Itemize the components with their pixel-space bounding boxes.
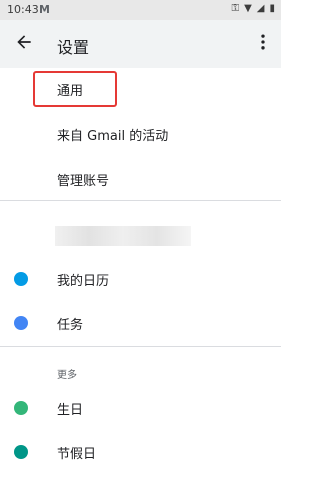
calendar-color-dot <box>14 401 28 415</box>
more-options-icon[interactable] <box>251 32 275 56</box>
section-header-more: 更多 <box>57 370 77 381</box>
calendar-item-holidays[interactable]: 节假日 <box>0 430 281 474</box>
status-bar: 10:43 M ⚿ ▼ ◢ ▮ <box>0 0 281 20</box>
settings-item-label: 管理账号 <box>57 173 110 189</box>
settings-item-gmail-events[interactable]: 来自 Gmail 的活动 <box>0 112 281 156</box>
status-time: 10:43 <box>7 3 39 16</box>
back-arrow-icon[interactable] <box>12 32 36 56</box>
calendar-color-dot <box>14 272 28 286</box>
calendar-item-label: 我的日历 <box>57 273 110 289</box>
calendar-item-label: 生日 <box>57 402 84 418</box>
divider <box>0 346 281 347</box>
app-bar: 设置 <box>0 20 281 68</box>
calendar-item-tasks[interactable]: 任务 <box>0 301 281 345</box>
settings-item-label: 来自 Gmail 的活动 <box>57 128 169 144</box>
signal-icon: ◢ <box>256 3 265 14</box>
status-icons: ⚿ ▼ ◢ ▮ <box>231 3 275 14</box>
highlight-box <box>33 71 117 107</box>
calendar-color-dot <box>14 316 28 330</box>
divider <box>0 200 281 201</box>
key-icon: ⚿ <box>231 3 240 14</box>
back-arrow-svg <box>17 35 31 49</box>
gmail-notification-icon: M <box>39 3 50 16</box>
page-title: 设置 <box>57 38 90 57</box>
settings-item-manage-accounts[interactable]: 管理账号 <box>0 157 281 201</box>
account-email-redacted <box>55 226 191 246</box>
more-vert-svg <box>261 34 265 50</box>
wifi-icon: ▼ <box>244 3 252 14</box>
calendar-item-my-calendar[interactable]: 我的日历 <box>0 257 281 301</box>
calendar-color-dot <box>14 445 28 459</box>
calendar-item-label: 任务 <box>57 317 84 333</box>
calendar-item-birthdays[interactable]: 生日 <box>0 386 281 430</box>
calendar-item-label: 节假日 <box>57 446 97 462</box>
battery-icon: ▮ <box>269 3 275 14</box>
